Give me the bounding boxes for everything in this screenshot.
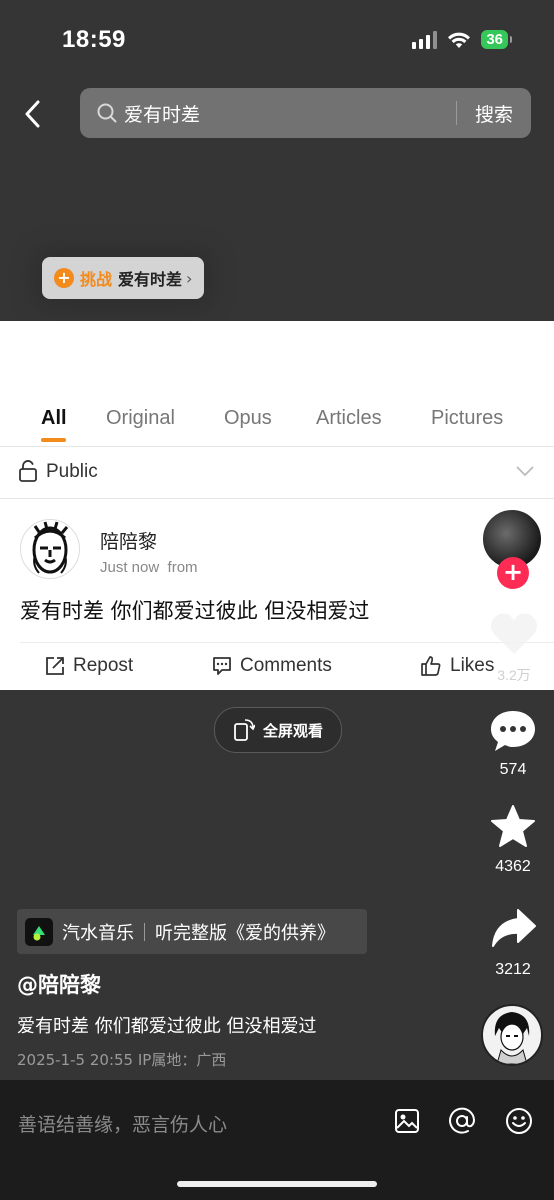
fullscreen-button[interactable]: 全屏观看 xyxy=(214,707,342,753)
tab-original[interactable]: Original xyxy=(106,407,175,430)
cellular-signal-icon xyxy=(412,30,438,49)
visibility-row[interactable]: Public xyxy=(0,447,554,498)
battery-icon: 36 xyxy=(481,30,512,49)
tab-all[interactable]: All xyxy=(41,407,67,430)
home-indicator xyxy=(177,1181,377,1187)
tab-articles[interactable]: Articles xyxy=(316,407,382,430)
at-mention-icon[interactable] xyxy=(448,1107,476,1135)
comment-bar: 善语结善缘，恶言伤人心 xyxy=(0,1080,554,1200)
post-username[interactable]: 陪陪黎 xyxy=(100,527,157,554)
thumbs-up-icon xyxy=(421,656,441,676)
video-author[interactable]: @陪陪黎 xyxy=(17,969,101,999)
heart-icon[interactable] xyxy=(489,612,539,656)
comment-icon xyxy=(213,657,231,675)
search-icon xyxy=(97,103,117,123)
tab-active-indicator xyxy=(41,438,66,442)
video-date-location: 2025-1-5 20:55 IP属地：广西 xyxy=(17,1051,227,1069)
post-meta: Just now from xyxy=(100,559,198,576)
chevron-down-icon[interactable] xyxy=(515,465,535,477)
status-time: 18:59 xyxy=(62,26,126,53)
share-arrow-icon[interactable] xyxy=(491,908,537,948)
share-box-icon xyxy=(46,657,64,675)
likes-count: 3.2万 xyxy=(497,667,531,683)
unlock-icon xyxy=(19,460,37,482)
tab-opus[interactable]: Opus xyxy=(224,407,272,430)
challenge-plus-icon: + xyxy=(54,268,74,288)
search-button[interactable]: 搜索 xyxy=(457,100,531,127)
image-icon[interactable] xyxy=(394,1108,420,1134)
music-song: 听完整版《爱的供养》 xyxy=(155,922,335,944)
search-input[interactable]: 爱有时差 xyxy=(124,100,456,127)
challenge-text: 爱有时差 xyxy=(118,270,183,289)
comment-input[interactable]: 善语结善缘，恶言伤人心 xyxy=(18,1110,227,1137)
challenge-label: 挑战 xyxy=(80,270,113,289)
status-icons: 36 xyxy=(412,30,512,49)
music-app-logo-icon xyxy=(25,917,53,946)
repost-label: Repost xyxy=(73,655,134,676)
follow-button[interactable]: + xyxy=(497,557,529,589)
post-source: from xyxy=(167,559,198,576)
visibility-label: Public xyxy=(46,461,98,482)
emoji-icon[interactable] xyxy=(505,1107,533,1135)
favorites-count: 4362 xyxy=(495,858,531,875)
post-text: 爱有时差 你们都爱过彼此 但没相爱过 xyxy=(20,599,370,623)
music-app-name: 汽水音乐 xyxy=(62,922,134,944)
shares-count: 3212 xyxy=(495,961,531,978)
anime-avatar-image xyxy=(494,1012,530,1064)
divider xyxy=(20,642,554,643)
video-description: 爱有时差 你们都爱过彼此 但没相爱过 xyxy=(17,1016,317,1037)
comments-button[interactable]: Comments xyxy=(212,655,332,677)
divider xyxy=(0,498,554,499)
back-arrow-icon[interactable] xyxy=(18,96,48,132)
tab-bar: All Original Opus Articles Pictures xyxy=(0,407,554,445)
rotate-screen-icon xyxy=(234,719,255,741)
fullscreen-label: 全屏观看 xyxy=(262,721,323,740)
wifi-icon xyxy=(448,32,471,48)
user-avatar[interactable] xyxy=(20,519,80,579)
search-results-panel: All Original Opus Articles Pictures Publ… xyxy=(0,321,554,690)
tab-pictures[interactable]: Pictures xyxy=(431,407,503,430)
divider xyxy=(144,922,145,941)
star-icon[interactable] xyxy=(490,804,536,848)
comments-count: 574 xyxy=(499,761,527,778)
repost-button[interactable]: Repost xyxy=(45,655,133,677)
sketch-face-image xyxy=(32,521,69,574)
chevron-right-icon: › xyxy=(186,268,193,288)
comments-label: Comments xyxy=(240,655,332,676)
music-tag[interactable]: 汽水音乐 听完整版《爱的供养》 xyxy=(17,909,367,954)
search-bar[interactable]: 爱有时差 搜索 xyxy=(80,88,531,138)
music-disc-avatar[interactable] xyxy=(481,1004,543,1066)
comment-bubble-icon[interactable] xyxy=(489,708,537,754)
challenge-chip[interactable]: + 挑战 爱有时差 › xyxy=(42,257,205,299)
post-time: Just now xyxy=(100,559,160,576)
